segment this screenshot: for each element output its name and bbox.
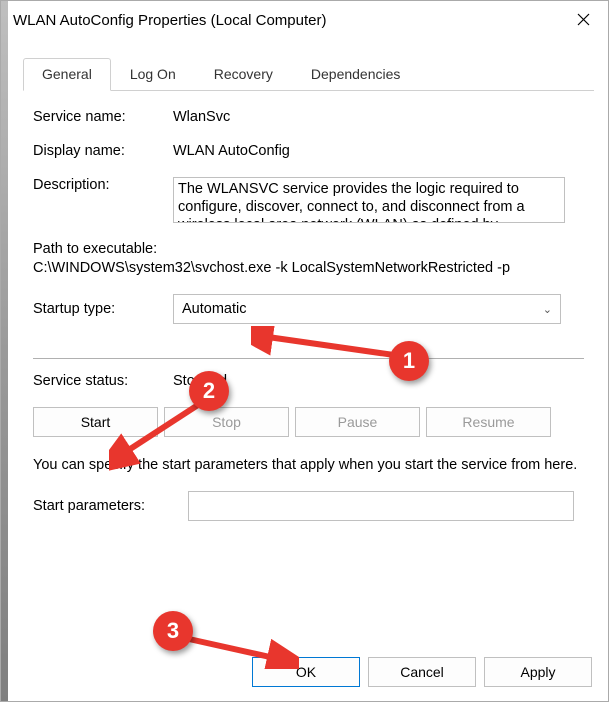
start-params-input[interactable] (188, 491, 574, 521)
tab-dependencies[interactable]: Dependencies (292, 58, 420, 91)
startup-type-value: Automatic (182, 301, 246, 317)
resume-button: Resume (426, 407, 551, 437)
service-status-label: Service status: (33, 373, 173, 389)
start-params-note: You can specify the start parameters tha… (33, 455, 584, 475)
description-label: Description: (33, 177, 173, 193)
tab-logon[interactable]: Log On (111, 58, 195, 91)
close-icon (577, 13, 590, 26)
description-textbox[interactable]: The WLANSVC service provides the logic r… (173, 177, 565, 223)
annotation-badge-3: 3 (153, 611, 193, 651)
tab-strip: General Log On Recovery Dependencies (23, 57, 594, 91)
display-name-value: WLAN AutoConfig (173, 143, 584, 159)
separator (33, 358, 584, 359)
start-params-label: Start parameters: (33, 498, 188, 514)
display-name-label: Display name: (33, 143, 173, 159)
service-name-label: Service name: (33, 109, 173, 125)
path-label: Path to executable: (33, 241, 584, 257)
startup-type-label: Startup type: (33, 301, 173, 317)
service-status-value: Stopped (173, 373, 584, 389)
chevron-down-icon: ⌄ (543, 303, 552, 316)
path-value: C:\WINDOWS\system32\svchost.exe -k Local… (33, 260, 584, 276)
cancel-button[interactable]: Cancel (368, 657, 476, 687)
apply-button[interactable]: Apply (484, 657, 592, 687)
tab-general[interactable]: General (23, 58, 111, 91)
startup-type-select[interactable]: Automatic ⌄ (173, 294, 561, 324)
window-left-edge (1, 1, 8, 701)
service-name-value: WlanSvc (173, 109, 584, 125)
titlebar: WLAN AutoConfig Properties (Local Comput… (1, 1, 608, 39)
tab-content: Service name: WlanSvc Display name: WLAN… (1, 91, 608, 521)
tab-recovery[interactable]: Recovery (195, 58, 292, 91)
pause-button: Pause (295, 407, 420, 437)
dialog-buttons: OK Cancel Apply (252, 657, 592, 687)
stop-button: Stop (164, 407, 289, 437)
window-title: WLAN AutoConfig Properties (Local Comput… (13, 12, 596, 29)
ok-button[interactable]: OK (252, 657, 360, 687)
close-button[interactable] (560, 3, 606, 35)
start-button[interactable]: Start (33, 407, 158, 437)
